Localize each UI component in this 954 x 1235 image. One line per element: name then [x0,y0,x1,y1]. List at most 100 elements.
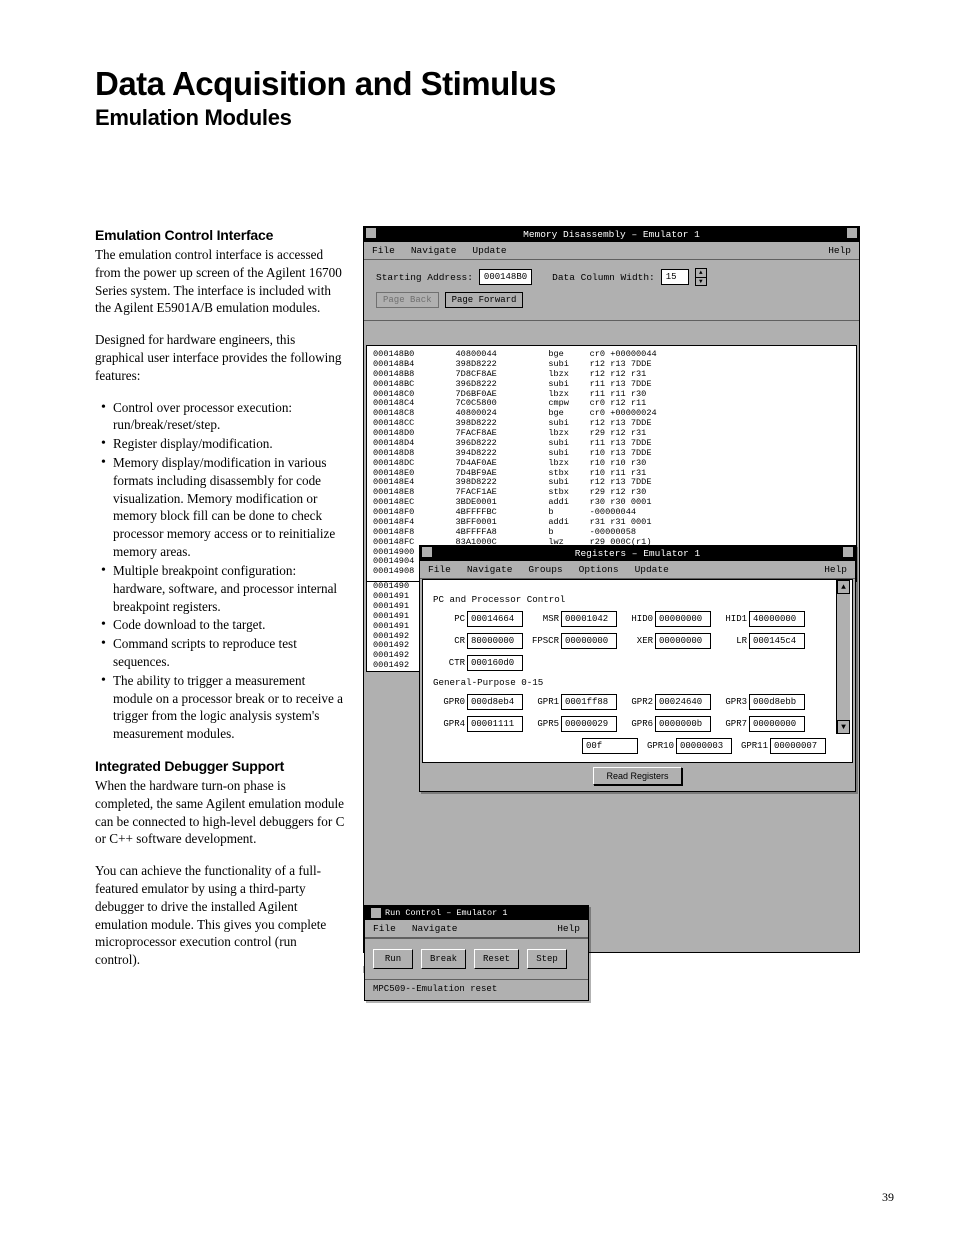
registers-window: Registers – Emulator 1 File Navigate Gro… [419,545,856,792]
scroll-down-icon[interactable]: ▼ [837,720,850,734]
register-label: HID0 [621,614,653,624]
menubar-memory: File Navigate Update Help [364,242,859,260]
menu-navigate[interactable]: Navigate [467,564,513,575]
register-value[interactable]: 0001ff88 [561,694,617,710]
menu-options[interactable]: Options [579,564,619,575]
register-value[interactable]: 000160d0 [467,655,523,671]
data-column-width-label: Data Column Width: [552,272,655,283]
run-button[interactable]: Run [373,949,413,969]
register-label: PC [433,614,465,624]
window-titlebar-registers[interactable]: Registers – Emulator 1 [420,546,855,561]
register-label: FPSCR [527,636,559,646]
window-titlebar-runcontrol[interactable]: Run Control – Emulator 1 [365,906,588,920]
register-cell: GPR700000000 [715,716,805,732]
spinner-icon[interactable]: ▲▼ [695,268,707,286]
scrollbar[interactable]: ▲ ▼ [836,580,850,734]
register-label: XER [621,636,653,646]
register-cell: GPR0000d8eb4 [433,694,523,710]
register-cell: GPR1000000003 [642,738,732,754]
register-value[interactable]: 000d8ebb [749,694,805,710]
menu-file[interactable]: File [372,245,395,256]
starting-address-input[interactable]: 000148B0 [479,269,532,285]
reset-button[interactable]: Reset [474,949,519,969]
register-cell: XER00000000 [621,633,711,649]
register-cell: GPR500000029 [527,716,617,732]
register-label: CTR [433,658,465,668]
menu-groups[interactable]: Groups [528,564,562,575]
register-cell: GPR10001ff88 [527,694,617,710]
list-item: Register display/modification. [95,435,345,453]
page-number: 39 [882,1190,894,1205]
starting-address-label: Starting Address: [376,272,473,283]
register-value[interactable]: 00f [582,738,638,754]
register-group-label: PC and Processor Control [433,594,842,605]
window-resize-icon[interactable] [843,547,853,557]
register-cell: GPR200024640 [621,694,711,710]
register-cell: MSR00001042 [527,611,617,627]
window-title: Memory Disassembly – Emulator 1 [523,229,700,240]
register-value[interactable]: 00000003 [676,738,732,754]
window-menu-icon[interactable] [366,228,376,238]
register-value[interactable]: 00000029 [561,716,617,732]
register-value[interactable]: 00014664 [467,611,523,627]
register-cell: GPR3000d8ebb [715,694,805,710]
menu-file[interactable]: File [373,923,396,934]
register-label: HID1 [715,614,747,624]
register-cell: GPR60000000b [621,716,711,732]
page-back-button[interactable]: Page Back [376,292,439,308]
data-column-width-input[interactable]: 15 [661,269,689,285]
address-column-tail: 0001490000149100014910001491000149100014… [366,582,420,672]
register-value[interactable]: 00000000 [655,611,711,627]
register-label: GPR10 [642,741,674,751]
register-cell: CTR000160d0 [433,655,523,671]
register-value[interactable]: 00024640 [655,694,711,710]
read-registers-button[interactable]: Read Registers [593,767,681,785]
list-item: The ability to trigger a measurement mod… [95,672,345,743]
register-value[interactable]: 80000000 [467,633,523,649]
register-label: MSR [527,614,559,624]
window-title: Registers – Emulator 1 [575,548,700,559]
register-value[interactable]: 00000000 [655,633,711,649]
register-label: GPR3 [715,697,747,707]
register-value[interactable]: 00001042 [561,611,617,627]
register-label: GPR6 [621,719,653,729]
register-label: GPR7 [715,719,747,729]
list-item: Command scripts to reproduce test sequen… [95,635,345,671]
body-text: The emulation control interface is acces… [95,246,345,317]
break-button[interactable]: Break [421,949,466,969]
register-value[interactable]: 00000000 [749,716,805,732]
register-label: GPR4 [433,719,465,729]
menu-help[interactable]: Help [824,564,847,575]
page-forward-button[interactable]: Page Forward [445,292,524,308]
register-value[interactable]: 40000000 [749,611,805,627]
menu-help[interactable]: Help [828,245,851,256]
menu-update[interactable]: Update [635,564,669,575]
register-label: LR [715,636,747,646]
list-item: Control over processor execution: run/br… [95,399,345,435]
menu-navigate[interactable]: Navigate [411,245,457,256]
register-label: GPR5 [527,719,559,729]
window-resize-icon[interactable] [847,228,857,238]
menu-update[interactable]: Update [472,245,506,256]
menubar-runcontrol: File Navigate Help [365,920,588,938]
step-button[interactable]: Step [527,949,567,969]
register-value[interactable]: 00001111 [467,716,523,732]
menu-navigate[interactable]: Navigate [412,923,458,934]
register-cell: 00f [548,738,638,754]
menu-help[interactable]: Help [557,923,580,934]
register-label: CR [433,636,465,646]
window-menu-icon[interactable] [422,547,432,557]
register-value[interactable]: 00000007 [770,738,826,754]
list-item: Multiple breakpoint configuration: hardw… [95,562,345,615]
window-titlebar-memory[interactable]: Memory Disassembly – Emulator 1 [364,227,859,242]
menubar-registers: File Navigate Groups Options Update Help [420,561,855,579]
feature-list: Control over processor execution: run/br… [95,399,345,743]
scroll-up-icon[interactable]: ▲ [837,580,850,594]
register-value[interactable]: 000145c4 [749,633,805,649]
list-item: Code download to the target. [95,616,345,634]
window-menu-icon[interactable] [371,908,381,918]
register-value[interactable]: 0000000b [655,716,711,732]
menu-file[interactable]: File [428,564,451,575]
register-value[interactable]: 00000000 [561,633,617,649]
register-value[interactable]: 000d8eb4 [467,694,523,710]
